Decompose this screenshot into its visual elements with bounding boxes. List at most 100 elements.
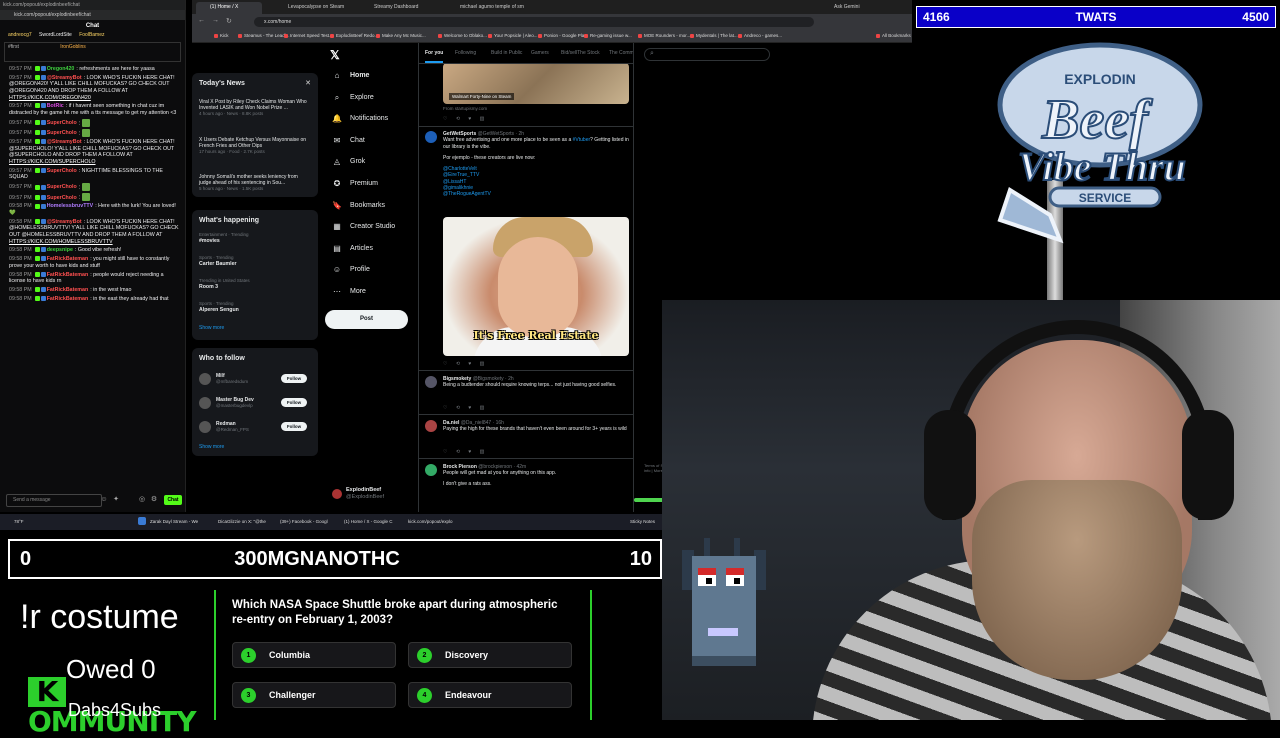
- trivia-option-4[interactable]: 4 Endeavour: [408, 682, 572, 708]
- chat-username[interactable]: @StreamyBot: [47, 139, 82, 145]
- close-icon[interactable]: ✕: [305, 79, 311, 87]
- post-actions[interactable]: ♡ ⟲ ♥ ▥: [443, 361, 629, 367]
- post-image-map[interactable]: Walmart Forty-Nine on Steam: [443, 63, 629, 104]
- taskbar-item[interactable]: Sticky Notes: [630, 517, 655, 527]
- follow-suggestion[interactable]: Redman @Redman_FPS Follow: [199, 420, 311, 436]
- trend-item[interactable]: Sports · Trending Carter Baumler: [199, 255, 311, 267]
- bookmark-item[interactable]: Ponion - Google Pla...: [538, 32, 588, 40]
- tab-x-home[interactable]: (1) Home / X: [196, 2, 262, 14]
- bookmark-item[interactable]: Mydentals | The lat...: [690, 32, 738, 40]
- chat-message[interactable]: 09:58 PM FatRickBateman: in the east they…: [9, 296, 179, 303]
- taskbar-item[interactable]: (39+) Facebook - Googl: [280, 517, 328, 527]
- news-item[interactable]: Johnny Somali's mother seeks leniency fr…: [199, 174, 311, 192]
- chat-send-button[interactable]: Chat: [164, 495, 182, 505]
- bookmark-item[interactable]: Re-gaming issue w...: [584, 32, 632, 40]
- tab-steam[interactable]: Levapocalypse on Steam: [274, 2, 354, 14]
- follow-button[interactable]: Follow: [281, 374, 307, 383]
- taskbar-item[interactable]: kick.com/popout/explo: [408, 517, 453, 527]
- trivia-option-3[interactable]: 3 Challenger: [232, 682, 396, 708]
- follow-suggestion[interactable]: Master Bug Dev @masterbugdevlp Follow: [199, 396, 311, 412]
- nav-item-chat[interactable]: ✉ Chat: [330, 133, 365, 149]
- reload-icon[interactable]: ↻: [226, 17, 232, 25]
- chat-message[interactable]: 09:57 PM SuperCholo:: [9, 183, 179, 192]
- chat-message[interactable]: 09:57 PM BotRic: if i havent seen somethi…: [9, 103, 179, 116]
- chat-username[interactable]: FatRickBateman: [47, 287, 89, 293]
- weather-widget[interactable]: 78°F: [14, 517, 24, 527]
- tab-build-in-public[interactable]: Build in Public: [491, 43, 522, 63]
- chat-pinned-box[interactable]: #first IronGoblins: [4, 42, 181, 62]
- bookmark-item[interactable]: ExplodinBeef Redo...: [330, 32, 378, 40]
- bookmark-item[interactable]: Internet Speed Test...: [284, 32, 333, 40]
- chat-username[interactable]: FatRickBateman: [47, 296, 89, 302]
- trivia-option-2[interactable]: 2 Discovery: [408, 642, 572, 668]
- chat-message[interactable]: 09:57 PM Oregon420: refreshments are here…: [9, 66, 179, 73]
- chat-username[interactable]: deepsnipe: [47, 247, 73, 253]
- gift-icon[interactable]: ✦: [112, 496, 120, 504]
- chat-window-url[interactable]: kick.com/popout/explodinbeef/chat: [0, 10, 185, 20]
- chat-message[interactable]: 09:57 PM @StreamyBot: LOOK WHO'S FUCKIN H…: [9, 139, 179, 165]
- pinned-tag[interactable]: andreocg7: [8, 32, 32, 39]
- chat-message[interactable]: 09:58 PM FatRickBateman: you might still …: [9, 256, 179, 269]
- chat-username[interactable]: BotRic: [47, 103, 64, 109]
- post-author[interactable]: GetWetSports: [443, 131, 476, 137]
- nav-item-creator-studio[interactable]: ▦ Creator Studio: [330, 219, 395, 235]
- bookmark-item[interactable]: Welcome to Oblako...: [438, 32, 487, 40]
- mention[interactable]: @TheRogueAgentTV: [443, 191, 629, 197]
- tab-streamy[interactable]: Streamy Dashboard: [360, 2, 440, 14]
- news-item[interactable]: Viral X Post by Riley Check Claims Woman…: [199, 99, 311, 117]
- chat-message[interactable]: 09:57 PM SuperCholo:: [9, 193, 179, 202]
- chat-message[interactable]: 09:58 PM HomelessbruvTTV: Here with the l…: [9, 203, 179, 216]
- taskbar-item[interactable]: DicaGlizzie on X: "@the: [218, 517, 266, 527]
- post-image-meme[interactable]: It's Free Real Estate: [443, 217, 629, 356]
- nav-item-explore[interactable]: ⌕ Explore: [330, 90, 374, 106]
- post[interactable]: Da.niel @Da_niel847 · 16h Paying the hig…: [425, 420, 629, 433]
- chat-username[interactable]: SuperCholo: [47, 184, 77, 190]
- chat-username[interactable]: SuperCholo: [47, 120, 77, 126]
- chat-input[interactable]: Send a message: [6, 494, 102, 507]
- bookmark-item[interactable]: Steamus - The Leadi...: [238, 32, 289, 40]
- pinned-tag[interactable]: FoolBamez: [79, 32, 104, 39]
- chat-link[interactable]: HTTPS://KICK.COM/HOMELESSBRUVTTV: [9, 239, 179, 246]
- chat-message[interactable]: 09:57 PM @StreamyBot: LOOK WHO'S FUCKIN H…: [9, 75, 179, 101]
- nav-item-more[interactable]: ⋯ More: [330, 284, 366, 300]
- post-author[interactable]: Da.niel: [443, 420, 459, 426]
- chat-message[interactable]: 09:57 PM SuperCholo:: [9, 118, 179, 127]
- post[interactable]: Bigsmokety @Bigsmokety · 2h Being a budt…: [425, 376, 629, 389]
- chat-link[interactable]: HTTPS://KICK.COM/OREGON420: [9, 95, 179, 102]
- hashtag[interactable]: #Vtuber: [573, 137, 591, 143]
- users-icon[interactable]: ◎: [138, 496, 146, 504]
- follow-button[interactable]: Follow: [281, 398, 307, 407]
- emote-icon[interactable]: ☺: [100, 496, 108, 504]
- all-bookmarks[interactable]: All Bookmarks: [876, 32, 911, 40]
- search-input[interactable]: ⌕: [644, 48, 770, 61]
- nav-item-bookmarks[interactable]: 🔖 Bookmarks: [330, 198, 385, 214]
- tab-stock[interactable]: Bid/sellThe Stock: [561, 43, 600, 63]
- chat-username[interactable]: FatRickBateman: [47, 256, 89, 262]
- chat-message[interactable]: 09:57 PM SuperCholo:: [9, 128, 179, 137]
- chat-message[interactable]: 09:58 PM deepsnipe: Good vibe refresh!: [9, 247, 179, 254]
- pinned-tag[interactable]: SwordLordSite: [39, 32, 72, 39]
- bookmark-item[interactable]: Andreco - games...: [738, 32, 782, 40]
- trend-item[interactable]: Sports · Trending Alperen Sengun: [199, 301, 311, 313]
- post[interactable]: GetWetSports @GetWetSports · 2h Want fre…: [425, 131, 629, 198]
- tab-search[interactable]: michael agumo temple of sm: [446, 2, 526, 14]
- trend-item[interactable]: Entertainment · Trending #movies: [199, 232, 311, 244]
- nav-item-notifications[interactable]: 🔔 Notifications: [330, 111, 388, 127]
- post-author[interactable]: Brock Pierson: [443, 464, 477, 470]
- post-actions[interactable]: ♡ ⟲ ♥ ▥: [443, 449, 629, 455]
- profile-switcher[interactable]: ExplodinBeef @ExplodinBeef: [332, 487, 426, 503]
- chat-username[interactable]: HomelessbruvTTV: [47, 203, 94, 209]
- chat-log[interactable]: 09:57 PM Oregon420: refreshments are here…: [0, 64, 185, 302]
- tab-gemini[interactable]: Ask Gemini: [820, 2, 880, 14]
- post-button[interactable]: Post: [325, 310, 408, 329]
- nav-item-home[interactable]: ⌂ Home: [330, 68, 370, 84]
- follow-suggestion[interactable]: Milf @mfbaredsdum Follow: [199, 372, 311, 388]
- bookmark-item[interactable]: Your Popsicle | Aleo...: [488, 32, 538, 40]
- news-item[interactable]: X Users Debate Ketchup Versus Mayonnaise…: [199, 137, 311, 155]
- taskbar-item[interactable]: Zarak Dayl Stream - We: [150, 517, 198, 527]
- chat-message[interactable]: 09:58 PM @StreamyBot: LOOK WHO'S FUCKIN H…: [9, 219, 179, 245]
- chat-username[interactable]: @StreamyBot: [47, 75, 82, 81]
- forward-icon[interactable]: →: [212, 17, 219, 24]
- nav-item-articles[interactable]: ▤ Articles: [330, 241, 373, 257]
- chat-username[interactable]: @StreamyBot: [47, 219, 82, 225]
